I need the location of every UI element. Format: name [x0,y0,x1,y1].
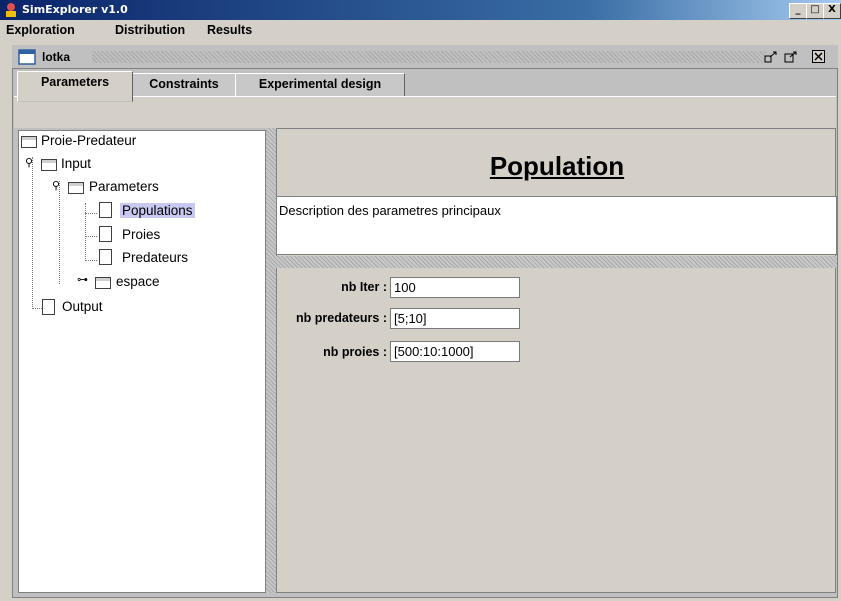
nb-iter-input[interactable]: 100 [390,277,520,298]
tree-node-predateurs[interactable]: Predateurs [122,250,188,265]
menu-results[interactable]: Results [207,23,252,37]
tree-node-root[interactable]: Proie-Predateur [41,133,136,148]
tree-node-espace[interactable]: espace [116,274,160,289]
tree-node-populations[interactable]: Populations [120,203,195,218]
collapsed-toggle-icon[interactable]: ⊶ [77,273,88,286]
page-title: Population [489,151,625,181]
frame-close-icon[interactable] [812,50,825,63]
document-icon [99,202,112,218]
horizontal-splitter[interactable] [276,256,837,268]
close-button[interactable]: X [823,3,841,19]
vertical-splitter[interactable] [266,128,276,593]
internal-frame-title-bar[interactable]: lotka [12,45,838,69]
tree-node-parameters[interactable]: Parameters [89,179,159,194]
document-icon [99,226,112,242]
description-text: Description des parametres principaux [276,196,837,255]
minimize-button[interactable]: _ [789,3,807,19]
menu-bar: Exploration Distribution Results [0,20,841,42]
nb-proies-label: nb proies : [323,345,387,359]
tab-parameters[interactable]: Parameters [17,71,133,102]
window-title-bar: SimExplorer v1.0 _ □ X [0,0,841,20]
iconify-icon[interactable] [764,51,778,63]
folder-icon [95,277,111,289]
frame-window-icon [18,49,36,65]
nb-iter-label: nb Iter : [341,280,387,294]
expanded-toggle-icon[interactable]: ⚲ [25,156,33,169]
app-icon [6,3,16,17]
restore-icon[interactable] [784,51,798,63]
maximize-button[interactable]: □ [806,3,824,19]
tree-node-output[interactable]: Output [62,299,103,314]
nb-predateurs-input[interactable]: [5;10] [390,308,520,329]
folder-icon [68,182,84,194]
tree-node-proies[interactable]: Proies [122,227,160,242]
tree-panel: Proie-Predateur ⚲ Input ⚲ Parameters Pop… [18,130,266,593]
frame-title: lotka [42,50,71,64]
document-icon [99,249,112,265]
tree-node-input[interactable]: Input [61,156,91,171]
nb-predateurs-label: nb predateurs : [296,311,387,325]
menu-exploration[interactable]: Exploration [6,23,75,37]
folder-icon [41,159,57,171]
document-icon [42,299,55,315]
menu-distribution[interactable]: Distribution [115,23,185,37]
window-title: SimExplorer v1.0 [22,3,128,16]
folder-icon [21,136,37,148]
expanded-toggle-icon[interactable]: ⚲ [52,179,60,192]
nb-proies-input[interactable]: [500:10:1000] [390,341,520,362]
